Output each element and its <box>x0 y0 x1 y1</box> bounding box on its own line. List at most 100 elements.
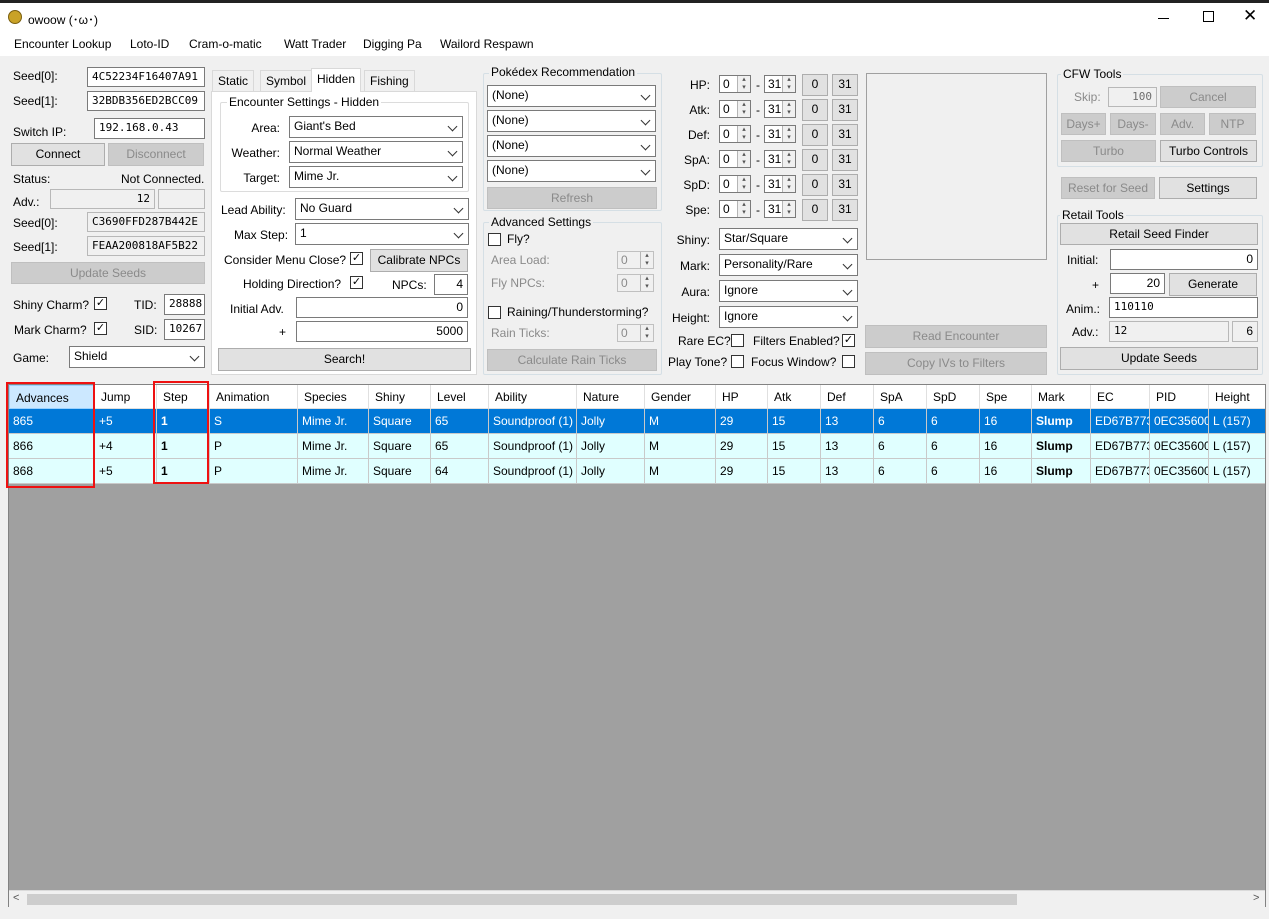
column-header-mark[interactable]: Mark <box>1032 385 1091 409</box>
days-minus-button[interactable]: Days- <box>1110 113 1156 135</box>
cell-pid[interactable]: 0EC35600 <box>1150 409 1209 434</box>
iv-max-spinner[interactable]: 31 <box>764 125 796 143</box>
max-step-dropdown[interactable]: 1 <box>295 223 469 245</box>
cell-ability[interactable]: Soundproof (1) <box>489 409 577 434</box>
cell-spa[interactable]: 6 <box>874 409 927 434</box>
table-row[interactable]: 865 +5 1 S Mime Jr. Square 65 Soundproof (1) Jol… <box>9 409 1265 434</box>
cell-pid[interactable]: 0EC35600 <box>1150 434 1209 459</box>
area-dropdown[interactable]: Giant's Bed <box>289 116 463 138</box>
seed0-field[interactable]: 4C52234F16407A91 <box>87 67 205 87</box>
cell-advances[interactable]: 865 <box>9 409 95 434</box>
generate-button[interactable]: Generate <box>1169 273 1257 296</box>
sid-field[interactable]: 10267 <box>164 319 205 340</box>
game-dropdown[interactable]: Shield <box>69 346 205 368</box>
update-seeds-button-left[interactable]: Update Seeds <box>11 262 205 284</box>
maximize-icon[interactable] <box>1203 11 1214 22</box>
iv-min-spinner[interactable]: 0 <box>719 175 751 193</box>
iv-min-spinner[interactable]: 0 <box>719 150 751 168</box>
cell-animation[interactable]: S <box>210 409 298 434</box>
turbo-controls-button[interactable]: Turbo Controls <box>1160 140 1257 162</box>
anim-field[interactable]: 110110 <box>1109 297 1258 318</box>
column-header-ec[interactable]: EC <box>1091 385 1150 409</box>
horizontal-scrollbar[interactable]: < > <box>9 890 1265 907</box>
cell-hp[interactable]: 29 <box>716 409 768 434</box>
iv-max-spinner[interactable]: 31 <box>764 75 796 93</box>
area-load-spinner[interactable]: 0 <box>617 251 654 269</box>
cell-ec[interactable]: ED67B773 <box>1091 459 1150 484</box>
menu-encounter-lookup[interactable]: Encounter Lookup <box>14 37 111 51</box>
cell-spe[interactable]: 16 <box>980 434 1032 459</box>
menu-digging-pa[interactable]: Digging Pa <box>363 37 422 51</box>
column-header-spe[interactable]: Spe <box>980 385 1032 409</box>
calculate-rain-ticks-button[interactable]: Calculate Rain Ticks <box>487 349 657 371</box>
iv-set-0-button[interactable]: 0 <box>802 99 828 121</box>
iv-max-spinner[interactable]: 31 <box>764 200 796 218</box>
iv-set-31-button[interactable]: 31 <box>832 174 858 196</box>
iv-max-spinner[interactable]: 31 <box>764 100 796 118</box>
tab-symbol[interactable]: Symbol <box>260 70 313 91</box>
cell-species[interactable]: Mime Jr. <box>298 409 369 434</box>
disconnect-button[interactable]: Disconnect <box>108 143 204 166</box>
fly-checkbox[interactable] <box>488 233 501 246</box>
column-header-atk[interactable]: Atk <box>768 385 821 409</box>
column-header-animation[interactable]: Animation <box>210 385 298 409</box>
aura-filter-dropdown[interactable]: Ignore <box>719 280 858 302</box>
holding-direction-checkbox[interactable]: ✓ <box>350 276 363 289</box>
column-header-def[interactable]: Def <box>821 385 874 409</box>
pokedex-dropdown-1[interactable]: (None) <box>487 85 656 107</box>
ntp-button[interactable]: NTP <box>1209 113 1256 135</box>
cell-ec[interactable]: ED67B773 <box>1091 434 1150 459</box>
cell-spd[interactable]: 6 <box>927 409 980 434</box>
shiny-filter-dropdown[interactable]: Star/Square <box>719 228 858 250</box>
iv-max-spinner[interactable]: 31 <box>764 175 796 193</box>
cell-pid[interactable]: 0EC35600 <box>1150 459 1209 484</box>
copy-ivs-button[interactable]: Copy IVs to Filters <box>865 352 1047 375</box>
cell-mark[interactable]: Slump <box>1032 459 1091 484</box>
table-row[interactable]: 866 +4 1 P Mime Jr. Square 65 Soundproof (1) Jol… <box>9 434 1265 459</box>
search-button[interactable]: Search! <box>218 348 471 371</box>
cell-jump[interactable]: +5 <box>95 409 157 434</box>
height-filter-dropdown[interactable]: Ignore <box>719 306 858 328</box>
rain-ticks-spinner[interactable]: 0 <box>617 324 654 342</box>
adv-button[interactable]: Adv. <box>1160 113 1205 135</box>
cell-spd[interactable]: 6 <box>927 434 980 459</box>
switch-ip-field[interactable]: 192.168.0.43 <box>94 118 205 139</box>
iv-set-0-button[interactable]: 0 <box>802 124 828 146</box>
close-icon[interactable]: ✕ <box>1243 7 1257 24</box>
menu-close-checkbox[interactable]: ✓ <box>350 252 363 265</box>
column-header-species[interactable]: Species <box>298 385 369 409</box>
cell-gender[interactable]: M <box>645 434 716 459</box>
filters-enabled-checkbox[interactable]: ✓ <box>842 334 855 347</box>
minimize-icon[interactable] <box>1158 11 1170 23</box>
column-header-height[interactable]: Height <box>1209 385 1265 409</box>
column-header-spa[interactable]: SpA <box>874 385 927 409</box>
cell-step[interactable]: 1 <box>157 459 210 484</box>
column-header-step[interactable]: Step <box>157 385 210 409</box>
iv-set-31-button[interactable]: 31 <box>832 149 858 171</box>
iv-min-spinner[interactable]: 0 <box>719 125 751 143</box>
initial-adv-field[interactable]: 0 <box>296 297 468 318</box>
iv-set-31-button[interactable]: 31 <box>832 199 858 221</box>
cell-mark[interactable]: Slump <box>1032 409 1091 434</box>
column-header-gender[interactable]: Gender <box>645 385 716 409</box>
iv-set-0-button[interactable]: 0 <box>802 74 828 96</box>
cell-gender[interactable]: M <box>645 459 716 484</box>
cell-nature[interactable]: Jolly <box>577 459 645 484</box>
weather-dropdown[interactable]: Normal Weather <box>289 141 463 163</box>
menu-wailord-respawn[interactable]: Wailord Respawn <box>440 37 534 51</box>
retail-initial-field[interactable]: 0 <box>1110 249 1258 270</box>
mark-charm-checkbox[interactable]: ✓ <box>94 322 107 335</box>
lead-ability-dropdown[interactable]: No Guard <box>295 198 469 220</box>
iv-set-0-button[interactable]: 0 <box>802 199 828 221</box>
cell-ability[interactable]: Soundproof (1) <box>489 459 577 484</box>
cell-mark[interactable]: Slump <box>1032 434 1091 459</box>
npcs-field[interactable]: 4 <box>434 274 468 295</box>
cell-jump[interactable]: +4 <box>95 434 157 459</box>
rare-ec-checkbox[interactable] <box>731 334 744 347</box>
menu-cram-o-matic[interactable]: Cram-o-matic <box>189 37 262 51</box>
cell-atk[interactable]: 15 <box>768 459 821 484</box>
fly-npcs-spinner[interactable]: 0 <box>617 274 654 292</box>
days-plus-button[interactable]: Days+ <box>1061 113 1106 135</box>
iv-set-31-button[interactable]: 31 <box>832 124 858 146</box>
calibrate-npcs-button[interactable]: Calibrate NPCs <box>370 249 468 272</box>
